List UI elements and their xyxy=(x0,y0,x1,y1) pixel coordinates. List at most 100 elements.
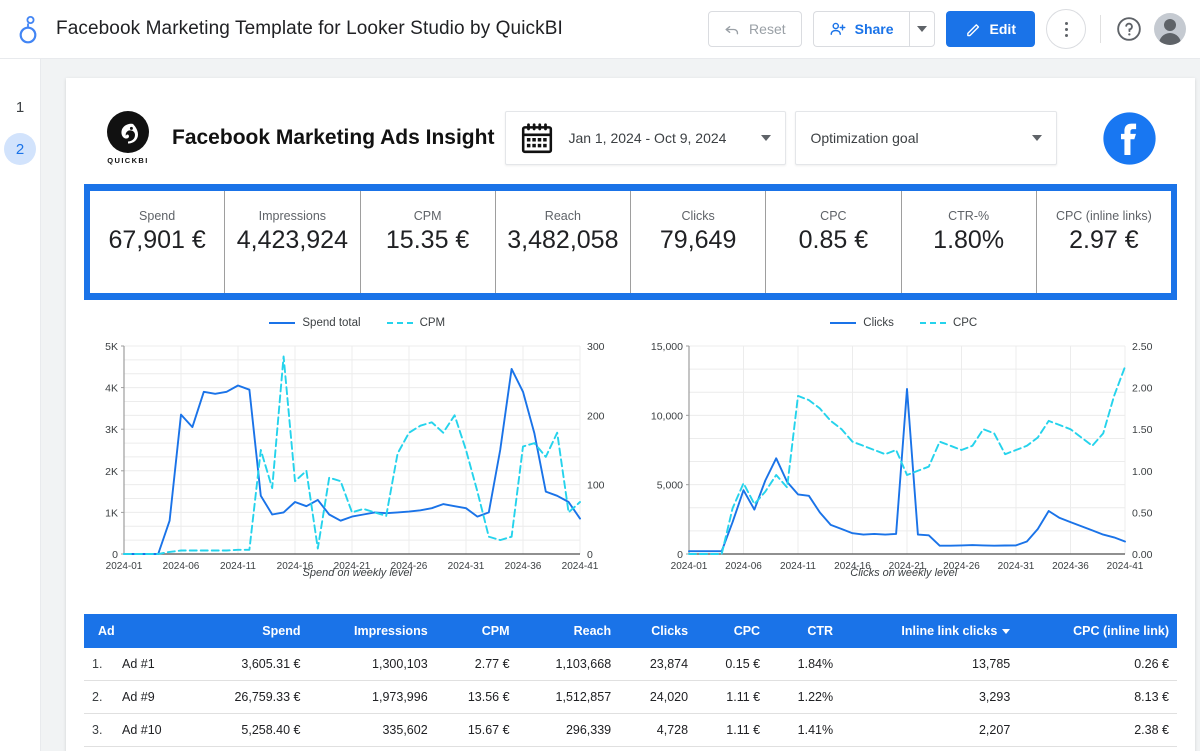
legend-label: Spend total xyxy=(302,317,361,329)
sort-descending-icon xyxy=(1002,629,1011,635)
scorecard-reach[interactable]: Reach 3,482,058 xyxy=(495,191,631,293)
svg-text:2024-16: 2024-16 xyxy=(277,561,314,572)
date-range-control[interactable]: Jan 1, 2024 - Oct 9, 2024 xyxy=(505,111,787,165)
scorecard-value: 2.97 € xyxy=(1069,226,1139,254)
share-dropdown-button[interactable] xyxy=(908,11,935,47)
app-bar-actions: Reset Share Edit xyxy=(708,9,1200,49)
svg-text:2K: 2K xyxy=(105,466,118,478)
cell-reach: 1,103,668 xyxy=(517,648,620,681)
report-canvas: QUICKBI Facebook Marketing Ads Insight J… xyxy=(41,59,1200,751)
facebook-logo-icon xyxy=(1103,111,1156,165)
scorecard-cpc[interactable]: CPC 0.85 € xyxy=(766,191,902,293)
column-header-inline-link-clicks[interactable]: Inline link clicks xyxy=(841,614,1019,648)
svg-text:5K: 5K xyxy=(105,341,118,353)
cell-inline-link-clicks: 3,293 xyxy=(841,680,1019,714)
scorecard-spend[interactable]: Spend 67,901 € xyxy=(90,191,226,293)
column-header-spend[interactable]: Spend xyxy=(192,614,309,648)
table-row[interactable]: 2. Ad #9 26,759.33 € 1,973,996 13.56 € 1… xyxy=(84,680,1177,714)
page-nav-item-2[interactable]: 2 xyxy=(4,133,36,165)
edit-button[interactable]: Edit xyxy=(945,11,1035,47)
scorecard-value: 0.85 € xyxy=(798,226,869,254)
cell-cpc: 1.11 € xyxy=(696,713,769,747)
reset-button[interactable]: Reset xyxy=(708,11,802,47)
user-avatar[interactable] xyxy=(1154,13,1186,45)
quickbi-mark-icon xyxy=(107,111,149,153)
chevron-down-icon xyxy=(916,26,927,32)
more-options-button[interactable] xyxy=(1046,9,1086,49)
svg-text:2024-41: 2024-41 xyxy=(1106,561,1143,572)
cell-cpm: 13.56 € xyxy=(435,680,518,714)
table-row[interactable]: 3. Ad #10 5,258.40 € 335,602 15.67 € 296… xyxy=(84,713,1177,747)
page-nav-item-1[interactable]: 1 xyxy=(4,91,36,123)
cell-inline-link-clicks: 1,218 xyxy=(841,746,1019,751)
legend-label: CPC xyxy=(952,317,978,329)
pencil-icon xyxy=(966,23,979,36)
svg-text:1K: 1K xyxy=(105,507,118,519)
scorecard-value: 4,423,924 xyxy=(236,226,348,254)
svg-text:10,000: 10,000 xyxy=(650,410,682,422)
reset-label: Reset xyxy=(749,21,786,37)
cell-ctr: 1.25% xyxy=(768,746,842,751)
cell-cpc: 1.54 € xyxy=(696,746,769,751)
table-row[interactable]: 1. Ad #1 3,605.31 € 1,300,103 2.77 € 1,1… xyxy=(84,648,1177,681)
scorecard-label: Spend xyxy=(139,209,176,223)
svg-text:0: 0 xyxy=(677,549,683,561)
table-row[interactable]: 4. Ad #2 4,368.19 € 227,059 19.24 € 165,… xyxy=(84,746,1177,751)
cell-cpc-inline: 8.13 € xyxy=(1018,680,1177,714)
spend-chart-svg: 0 1K 2K 3K 4K 5K 0 100 200 300 2024-01 2024-06 2024-… xyxy=(105,341,605,572)
svg-text:2024-01: 2024-01 xyxy=(106,561,143,572)
scorecard-value: 3,482,058 xyxy=(507,226,619,254)
legend-label: Clicks xyxy=(863,317,894,329)
svg-text:2024-06: 2024-06 xyxy=(725,561,762,572)
page-navigation: 1 2 xyxy=(0,59,41,751)
share-button[interactable]: Share xyxy=(812,11,909,47)
column-header-cpc[interactable]: CPC xyxy=(696,614,769,648)
legend-label: CPM xyxy=(419,317,446,329)
clicks-chart[interactable]: Clicks CPC 0 5,000 10,000 15,000 0.00 0.50 1.0… xyxy=(631,314,1178,604)
scorecard-ctr[interactable]: CTR-% 1.80% xyxy=(901,191,1037,293)
cell-clicks: 2,842 xyxy=(619,746,697,751)
ads-table-header: Ad Spend Impressions CPM Reach Clicks CP… xyxy=(84,614,1177,648)
column-header-cpm[interactable]: CPM xyxy=(435,614,518,648)
report-header: QUICKBI Facebook Marketing Ads Insight J… xyxy=(84,100,1177,176)
kebab-dot xyxy=(1064,21,1068,25)
ads-table: Ad Spend Impressions CPM Reach Clicks CP… xyxy=(84,614,1177,751)
cell-impressions: 1,973,996 xyxy=(308,680,436,714)
column-header-cpc-inline-link[interactable]: CPC (inline link) xyxy=(1018,614,1177,648)
optimization-goal-filter[interactable]: Optimization goal xyxy=(795,111,1058,165)
svg-text:0.50: 0.50 xyxy=(1132,507,1153,519)
svg-text:3K: 3K xyxy=(105,424,118,436)
scorecard-label: CPC xyxy=(820,209,847,223)
column-header-ad[interactable]: Ad xyxy=(84,614,193,648)
column-header-ctr[interactable]: CTR xyxy=(768,614,842,648)
svg-text:2024-11: 2024-11 xyxy=(220,561,256,572)
cell-clicks: 23,874 xyxy=(619,648,697,681)
calendar-icon xyxy=(522,123,553,154)
scorecard-impressions[interactable]: Impressions 4,423,924 xyxy=(225,191,361,293)
cell-impressions: 335,602 xyxy=(308,713,436,747)
report-page: QUICKBI Facebook Marketing Ads Insight J… xyxy=(66,78,1195,751)
cell-cpc: 0.15 € xyxy=(696,648,769,681)
svg-text:1.50: 1.50 xyxy=(1132,424,1153,436)
cell-ad: Ad #1 xyxy=(116,648,193,681)
charts-row: Spend total CPM 0 1K 2K 3K 4K 5K 0 100 200 300 202… xyxy=(84,314,1177,604)
scorecard-clicks[interactable]: Clicks 79,649 xyxy=(631,191,767,293)
svg-text:0.00: 0.00 xyxy=(1132,549,1153,561)
quickbi-glyph-icon xyxy=(121,123,138,144)
row-index: 2. xyxy=(84,680,116,714)
column-header-clicks[interactable]: Clicks xyxy=(619,614,697,648)
table-header-row: Ad Spend Impressions CPM Reach Clicks CP… xyxy=(84,614,1177,648)
scorecard-cpc-inline-links[interactable]: CPC (inline links) 2.97 € xyxy=(1036,191,1171,293)
help-icon[interactable] xyxy=(1115,15,1143,43)
cell-cpc-inline: 3.59 € xyxy=(1018,746,1177,751)
row-index: 3. xyxy=(84,713,116,747)
scorecard-cpm[interactable]: CPM 15.35 € xyxy=(360,191,496,293)
svg-text:2024-26: 2024-26 xyxy=(943,561,980,572)
cell-ctr: 1.22% xyxy=(768,680,842,714)
spend-chart[interactable]: Spend total CPM 0 1K 2K 3K 4K 5K 0 100 200 300 202… xyxy=(84,314,631,604)
column-header-reach[interactable]: Reach xyxy=(517,614,620,648)
column-header-impressions[interactable]: Impressions xyxy=(308,614,436,648)
svg-text:2024-06: 2024-06 xyxy=(163,561,200,572)
svg-text:2024-26: 2024-26 xyxy=(391,561,428,572)
document-title: Facebook Marketing Template for Looker S… xyxy=(56,18,563,39)
